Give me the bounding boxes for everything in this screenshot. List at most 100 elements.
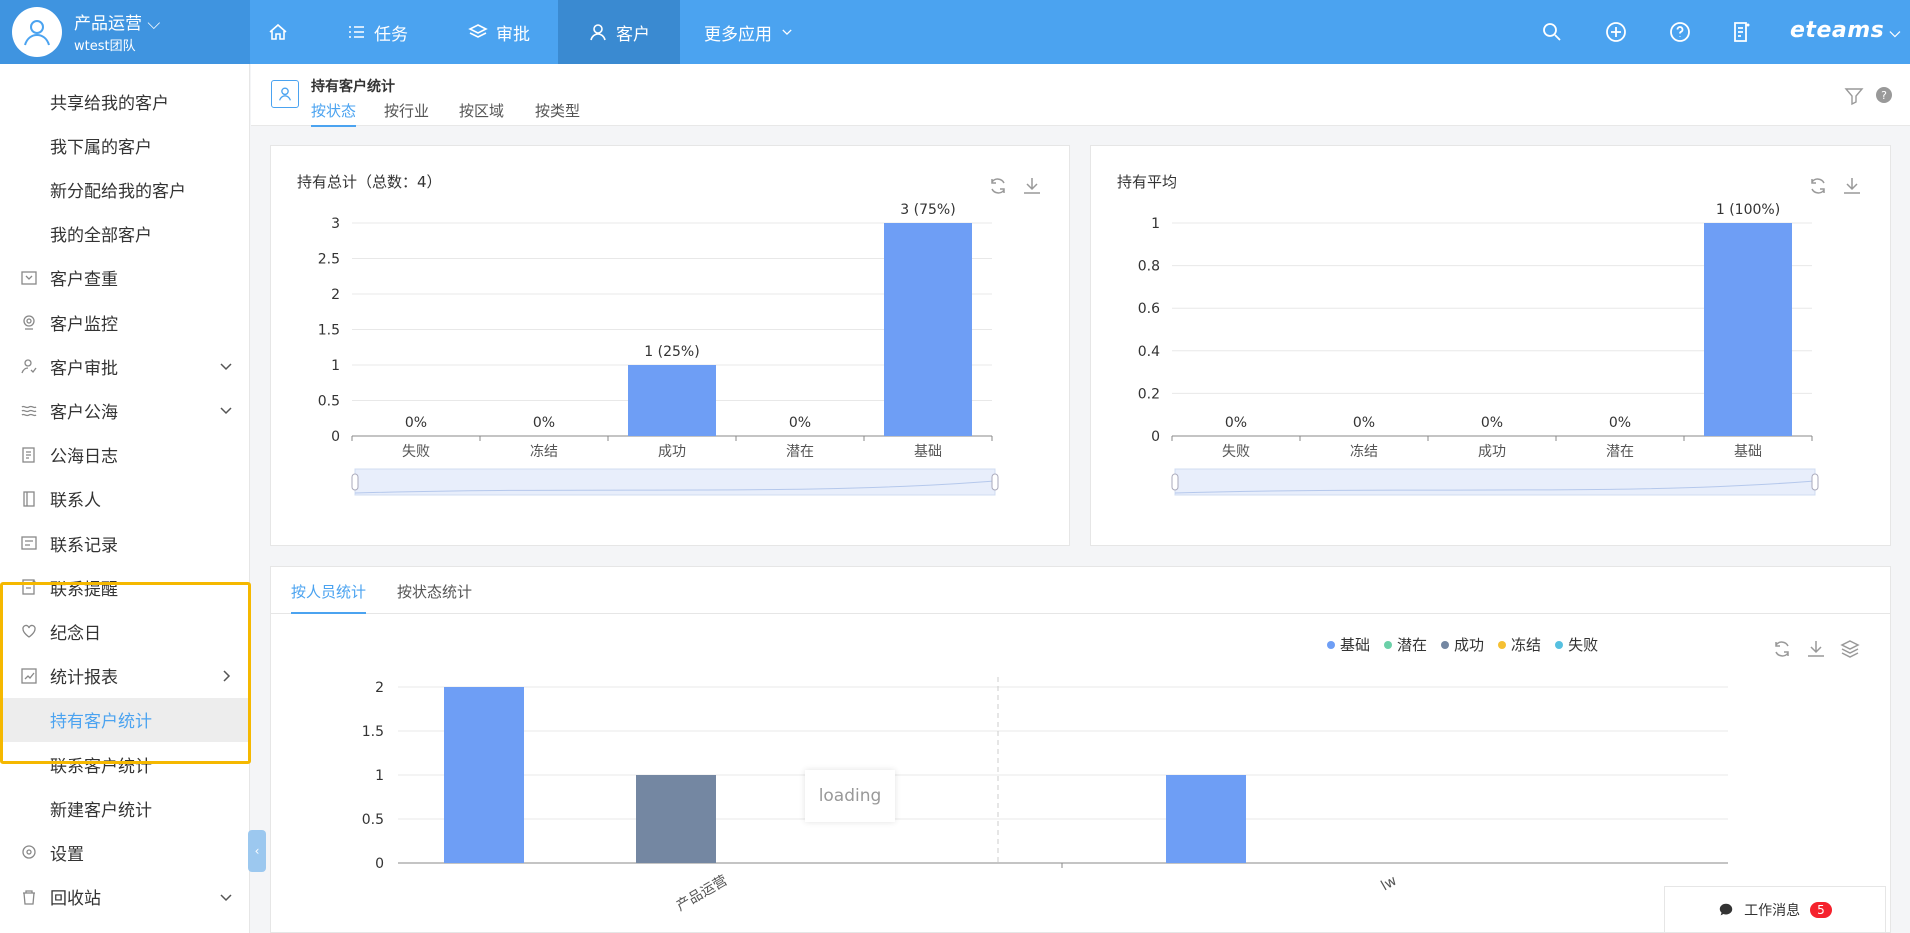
sidebar-item-14[interactable]: 持有客户统计 <box>0 697 249 742</box>
notice-button[interactable] <box>1730 20 1754 44</box>
help-button[interactable] <box>1668 20 1692 44</box>
y-tick-label: 0.6 <box>1138 301 1160 317</box>
nav-tasks[interactable]: 任务 <box>346 0 408 64</box>
chevron-down-icon: ⌵ <box>142 14 161 34</box>
bar <box>444 687 524 863</box>
chat-bubble-icon <box>1719 903 1733 915</box>
data-label: 0% <box>1353 415 1375 431</box>
sidebar-item-8[interactable]: 公海日志 <box>0 433 249 477</box>
data-label: 0% <box>1481 415 1503 431</box>
sidebar-item-label: 设置 <box>50 844 84 865</box>
x-tick-label: 潜在 <box>786 444 814 460</box>
team-name-label: 产品运营 <box>74 14 142 34</box>
sidebar-item-9[interactable]: 联系人 <box>0 477 249 521</box>
question-circle-icon <box>1670 22 1690 42</box>
sidebar-item-12[interactable]: 纪念日 <box>0 609 249 653</box>
sidebar-item-4[interactable]: 客户查重 <box>0 256 249 300</box>
x-tick-label: lw <box>1378 873 1399 895</box>
holding-average-card: 持有平均 0 0.2 0.4 0.6 0.8 1 0% 失败 0% 冻结 0% 成功 0% 潜在 1 (10… <box>1090 145 1891 546</box>
sidebar-item-11[interactable]: 联系提醒 <box>0 565 249 609</box>
team-switcher[interactable]: 产品运营 ⌵ wtest团队 <box>0 0 250 64</box>
search-button[interactable] <box>1540 20 1564 44</box>
sidebar-item-label: 持有客户统计 <box>50 712 152 733</box>
sidebar-item-6[interactable]: 客户审批 <box>0 344 249 388</box>
plus-circle-icon <box>1606 22 1626 42</box>
team-name[interactable]: 产品运营 ⌵ <box>74 9 160 34</box>
page-title: 持有客户统计 <box>311 79 395 95</box>
sidebar-item-17[interactable]: 设置 <box>0 830 249 874</box>
y-tick-label: 2 <box>375 680 384 696</box>
sidebar-item-15[interactable]: 联系客户统计 <box>0 742 249 786</box>
tab-by-status[interactable]: 按状态 <box>311 100 357 127</box>
y-tick-label: 0 <box>331 429 340 445</box>
sidebar-item-label: 联系客户统计 <box>50 756 152 777</box>
chevron-down-icon <box>220 894 232 901</box>
filter-button[interactable] <box>1844 86 1864 106</box>
customer-stat-icon <box>271 80 299 108</box>
sidebar-item-label: 统计报表 <box>50 668 118 689</box>
chart-icon <box>21 667 37 684</box>
sidebar-item-7[interactable]: 客户公海 <box>0 388 249 432</box>
tab-by-industry[interactable]: 按行业 <box>384 100 429 125</box>
sidebar-collapse-handle[interactable]: ‹ <box>248 830 266 872</box>
x-tick-label: 冻结 <box>1350 443 1378 460</box>
tab-by-type[interactable]: 按类型 <box>535 100 580 125</box>
home-button[interactable] <box>268 0 288 64</box>
layers-icon <box>468 24 488 38</box>
record-icon <box>21 536 37 550</box>
bar <box>628 365 716 436</box>
sidebar-item-13[interactable]: 统计报表 <box>0 654 249 698</box>
reminder-icon <box>22 579 36 595</box>
bar <box>636 775 716 863</box>
chevron-down-icon <box>782 29 792 35</box>
sidebar-item-label: 公海日志 <box>50 447 118 468</box>
sidebar-item-label: 联系记录 <box>50 535 118 556</box>
y-tick-label: 3 <box>331 216 340 232</box>
y-tick-label: 0.8 <box>1138 259 1160 275</box>
sidebar-item-0[interactable]: 共享给我的客户 <box>0 79 249 123</box>
y-tick-label: 0 <box>375 856 384 872</box>
sidebar: 共享给我的客户 我下属的客户新分配给我的客户我的全部客户 客户查重 客户监控客户审批客… <box>0 64 250 933</box>
brand-logo[interactable]: eteams ⌵ <box>1790 18 1901 43</box>
x-tick-label: 成功 <box>1478 444 1506 460</box>
list-icon <box>349 26 364 38</box>
avatar[interactable] <box>12 7 62 57</box>
trash-icon <box>23 889 35 905</box>
work-message-button[interactable]: 工作消息 5 <box>1664 886 1886 933</box>
brand-label: eteams <box>1790 18 1885 43</box>
sidebar-item-5[interactable]: 客户监控 <box>0 300 249 344</box>
loading-indicator: loading <box>805 770 895 822</box>
nav-customers[interactable]: 客户 <box>558 0 680 64</box>
x-tick-label: 产品运营 <box>674 873 730 915</box>
y-tick-label: 2 <box>331 287 340 303</box>
y-tick-label: 0.4 <box>1138 344 1160 360</box>
holding-total-chart: 0 0.5 1 1.5 2 2.5 3 0% 失败 0% 冻结 1 (25%) 成功 0% 潜在 3 (75%… <box>318 202 999 496</box>
sidebar-item-label: 回收站 <box>50 889 101 910</box>
dedupe-icon <box>21 271 37 285</box>
bar <box>884 223 972 436</box>
sidebar-item-label: 客户审批 <box>50 358 118 379</box>
y-tick-label: 1.5 <box>362 724 384 740</box>
nav-more-apps[interactable]: 更多应用 <box>704 0 794 64</box>
sidebar-item-2[interactable]: 新分配给我的客户 <box>0 167 249 211</box>
data-label: 0% <box>405 415 427 431</box>
sidebar-item-1[interactable]: 我下属的客户 <box>0 123 249 167</box>
sidebar-item-label: 客户公海 <box>50 402 118 423</box>
sidebar-item-18[interactable]: 回收站 <box>0 875 249 919</box>
nav-approval[interactable]: 审批 <box>468 0 530 64</box>
help-icon[interactable]: ? <box>1876 87 1892 103</box>
heart-icon <box>22 625 36 639</box>
sidebar-item-label: 新分配给我的客户 <box>50 181 186 202</box>
y-tick-label: 2.5 <box>318 252 340 268</box>
holding-total-card: 持有总计（总数：4） 0 0.5 1 1.5 2 2.5 3 0% 失败 0% 冻结 1 (25%) 成… <box>270 145 1070 546</box>
zoom-handle-right <box>991 473 999 491</box>
nav-approval-label: 审批 <box>496 24 530 45</box>
add-button[interactable] <box>1604 20 1628 44</box>
y-tick-label: 0.5 <box>362 812 384 828</box>
tab-by-region[interactable]: 按区域 <box>459 100 504 125</box>
x-tick-label: 失败 <box>1222 444 1250 460</box>
sidebar-item-16[interactable]: 新建客户统计 <box>0 786 249 830</box>
sidebar-item-3[interactable]: 我的全部客户 <box>0 212 249 256</box>
data-label: 0% <box>1609 415 1631 431</box>
sidebar-item-10[interactable]: 联系记录 <box>0 521 249 565</box>
